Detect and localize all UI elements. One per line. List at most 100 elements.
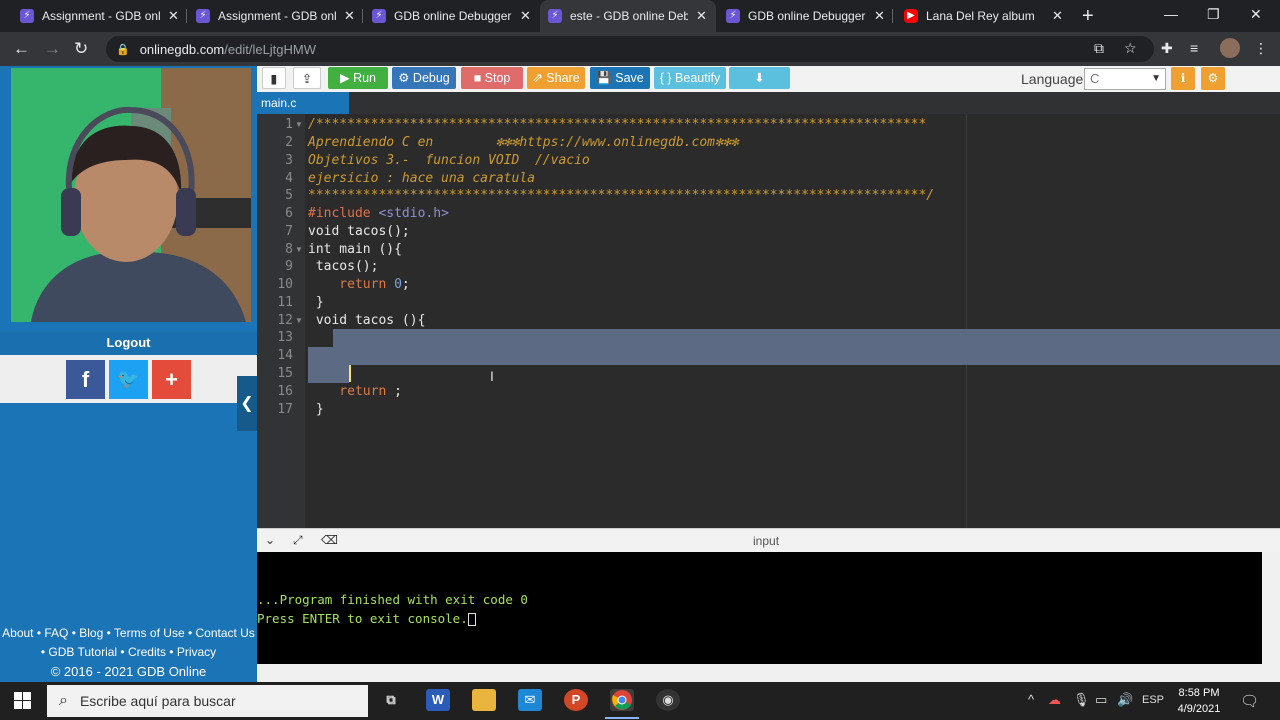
new-tab-button[interactable]: + — [1082, 5, 1094, 28]
beautify-button[interactable]: { } Beautify — [654, 67, 726, 89]
debug-label: Debug — [412, 71, 450, 85]
close-tab-icon[interactable]: ✕ — [168, 8, 179, 24]
editor-toolbar: ▮ ⇪ ▶ Run ⚙ Debug ■ Stop ⇗ Share 💾 Save … — [257, 66, 1280, 92]
obs-icon[interactable]: ◉ — [656, 689, 680, 711]
taskbar-search[interactable]: ⌕ Escribe aquí para buscar — [47, 685, 368, 717]
menu-kebab-icon[interactable]: ⋮ — [1254, 40, 1268, 57]
media-control-icon[interactable]: ≡ — [1190, 40, 1198, 56]
footer-links-line2[interactable]: • GDB Tutorial • Credits • Privacy — [0, 643, 257, 662]
close-tab-icon[interactable]: ✕ — [874, 8, 885, 24]
info-icon[interactable]: ℹ — [1171, 67, 1195, 90]
active-app-indicator — [605, 717, 639, 719]
debug-button[interactable]: ⚙ Debug — [392, 67, 456, 89]
code-line: int main (){ — [308, 242, 402, 257]
browser-tab[interactable]: ⚡ Assignment - GDB onlin ✕ — [12, 0, 187, 32]
lock-icon: 🔒 — [116, 43, 130, 56]
translate-icon[interactable]: ⧉ — [1094, 40, 1104, 57]
stop-button[interactable]: ■ Stop — [461, 67, 523, 89]
gdb-icon: ⚡ — [196, 9, 210, 23]
page-bottom-strip — [257, 664, 1280, 682]
close-tab-icon[interactable]: ✕ — [344, 8, 355, 24]
line-number: 6 — [285, 206, 293, 221]
code-line: void tacos(); — [308, 224, 410, 239]
line-number: 8 — [285, 242, 293, 257]
expand-icon[interactable]: ⤢ — [293, 533, 303, 548]
tab-main-c[interactable]: main.c — [257, 92, 349, 114]
facebook-icon[interactable]: f — [66, 360, 105, 399]
text-selection — [333, 329, 1280, 347]
fold-arrow-icon[interactable]: ▼ — [295, 120, 303, 129]
fold-arrow-icon[interactable]: ▼ — [295, 316, 303, 325]
task-view-icon[interactable]: ⧉ — [379, 689, 403, 711]
word-icon[interactable]: W — [426, 689, 450, 711]
sidebar-footer: About • FAQ • Blog • Terms of Use • Cont… — [0, 624, 257, 681]
close-tab-icon[interactable]: ✕ — [1052, 8, 1063, 24]
onedrive-icon[interactable]: ☁ — [1048, 692, 1061, 708]
browser-tab[interactable]: ⚡ GDB online Debugger | ✕ — [718, 0, 893, 32]
tab-title: Lana Del Rey album — [926, 9, 1035, 23]
line-number: 4 — [285, 171, 293, 186]
file-tabs: main.c — [257, 92, 1280, 114]
reload-icon[interactable]: ↻ — [74, 39, 88, 59]
console-output[interactable]: ...Program finished with exit code 0 Pre… — [257, 552, 1262, 664]
fold-arrow-icon[interactable]: ▼ — [295, 245, 303, 254]
browser-tab[interactable]: ⚡ Assignment - GDB onlin ✕ — [188, 0, 363, 32]
gear-icon[interactable]: ⚙ — [1201, 67, 1225, 90]
code-editor[interactable]: 1 2 3 4 5 6 7 8 9 10 11 12 13 14 15 16 1… — [257, 114, 1280, 528]
volume-icon[interactable]: 🔊 — [1117, 692, 1133, 708]
line-number: 15 — [277, 366, 293, 381]
clear-console-icon[interactable]: ⌫ — [321, 533, 338, 547]
forward-icon[interactable]: → — [44, 39, 61, 59]
notifications-icon[interactable]: 🗨 — [1240, 692, 1259, 710]
upload-icon[interactable]: ⇪ — [293, 67, 321, 89]
mail-icon[interactable]: ✉ — [518, 689, 542, 711]
extensions-icon[interactable]: ✚ — [1161, 40, 1173, 57]
file-explorer-icon[interactable] — [472, 689, 496, 711]
collapse-sidebar-button[interactable]: ❮ — [237, 376, 257, 431]
close-tab-icon[interactable]: ✕ — [696, 8, 707, 24]
address-bar[interactable]: 🔒 onlinegdb.com/edit/leLjtgHMW — [106, 36, 1154, 62]
clock-time: 8:58 PM — [1178, 687, 1220, 699]
browser-tab[interactable]: ▶ Lana Del Rey album ✕ — [896, 0, 1071, 32]
new-file-icon[interactable]: ▮ — [262, 67, 286, 89]
sidebar: Logout f 🐦 + ❮ About • FAQ • Blog • Term… — [0, 66, 257, 682]
search-placeholder: Escribe aquí para buscar — [79, 693, 236, 709]
browser-tab[interactable]: ⚡ GDB online Debugger | ✕ — [364, 0, 539, 32]
line-number: 13 — [277, 330, 293, 345]
download-button[interactable]: ⬇ — [729, 67, 790, 89]
language-label: Language — [1021, 71, 1084, 87]
code-line: #include <stdio.h> — [308, 206, 449, 221]
beautify-label: { } Beautify — [659, 71, 721, 85]
network-icon[interactable]: ▭ — [1095, 692, 1107, 708]
console-scrollbar[interactable] — [1262, 552, 1280, 664]
back-icon[interactable]: ← — [13, 39, 30, 59]
browser-tab-active[interactable]: ⚡ este - GDB online Debu ✕ — [540, 0, 716, 32]
profile-avatar[interactable] — [1220, 38, 1240, 58]
language-value: C — [1090, 71, 1100, 86]
system-clock[interactable]: 8:58 PM 4/9/2021 — [1170, 685, 1228, 717]
powerpoint-icon[interactable]: P — [564, 689, 588, 711]
tab-title: GDB online Debugger | — [748, 9, 866, 23]
windows-start-icon[interactable] — [14, 692, 31, 714]
show-hidden-icons[interactable]: ^ — [1028, 692, 1034, 707]
bookmark-star-icon[interactable]: ☆ — [1124, 40, 1137, 57]
restore-icon[interactable]: ❐ — [1207, 6, 1220, 23]
microphone-icon[interactable]: 🎙 — [1073, 692, 1090, 708]
footer-links-line1[interactable]: About • FAQ • Blog • Terms of Use • Cont… — [0, 624, 257, 643]
close-tab-icon[interactable]: ✕ — [520, 8, 531, 24]
logout-button[interactable]: Logout — [0, 331, 257, 355]
input-language[interactable]: ESP — [1142, 694, 1164, 706]
text-selection — [308, 365, 349, 383]
code-line: } — [308, 295, 324, 310]
twitter-icon[interactable]: 🐦 — [109, 360, 148, 399]
tab-title: Assignment - GDB onlin — [42, 9, 160, 23]
run-button[interactable]: ▶ Run — [328, 67, 388, 89]
share-button[interactable]: ⇗ Share — [527, 67, 585, 89]
save-button[interactable]: 💾 Save — [590, 67, 650, 89]
chevron-down-icon[interactable]: ⌄ — [265, 533, 275, 547]
language-select[interactable]: C ▼ — [1084, 68, 1166, 90]
minimize-icon[interactable]: — — [1164, 6, 1178, 22]
chrome-icon[interactable] — [610, 689, 634, 711]
add-share-icon[interactable]: + — [152, 360, 191, 399]
close-window-icon[interactable]: ✕ — [1250, 6, 1262, 23]
